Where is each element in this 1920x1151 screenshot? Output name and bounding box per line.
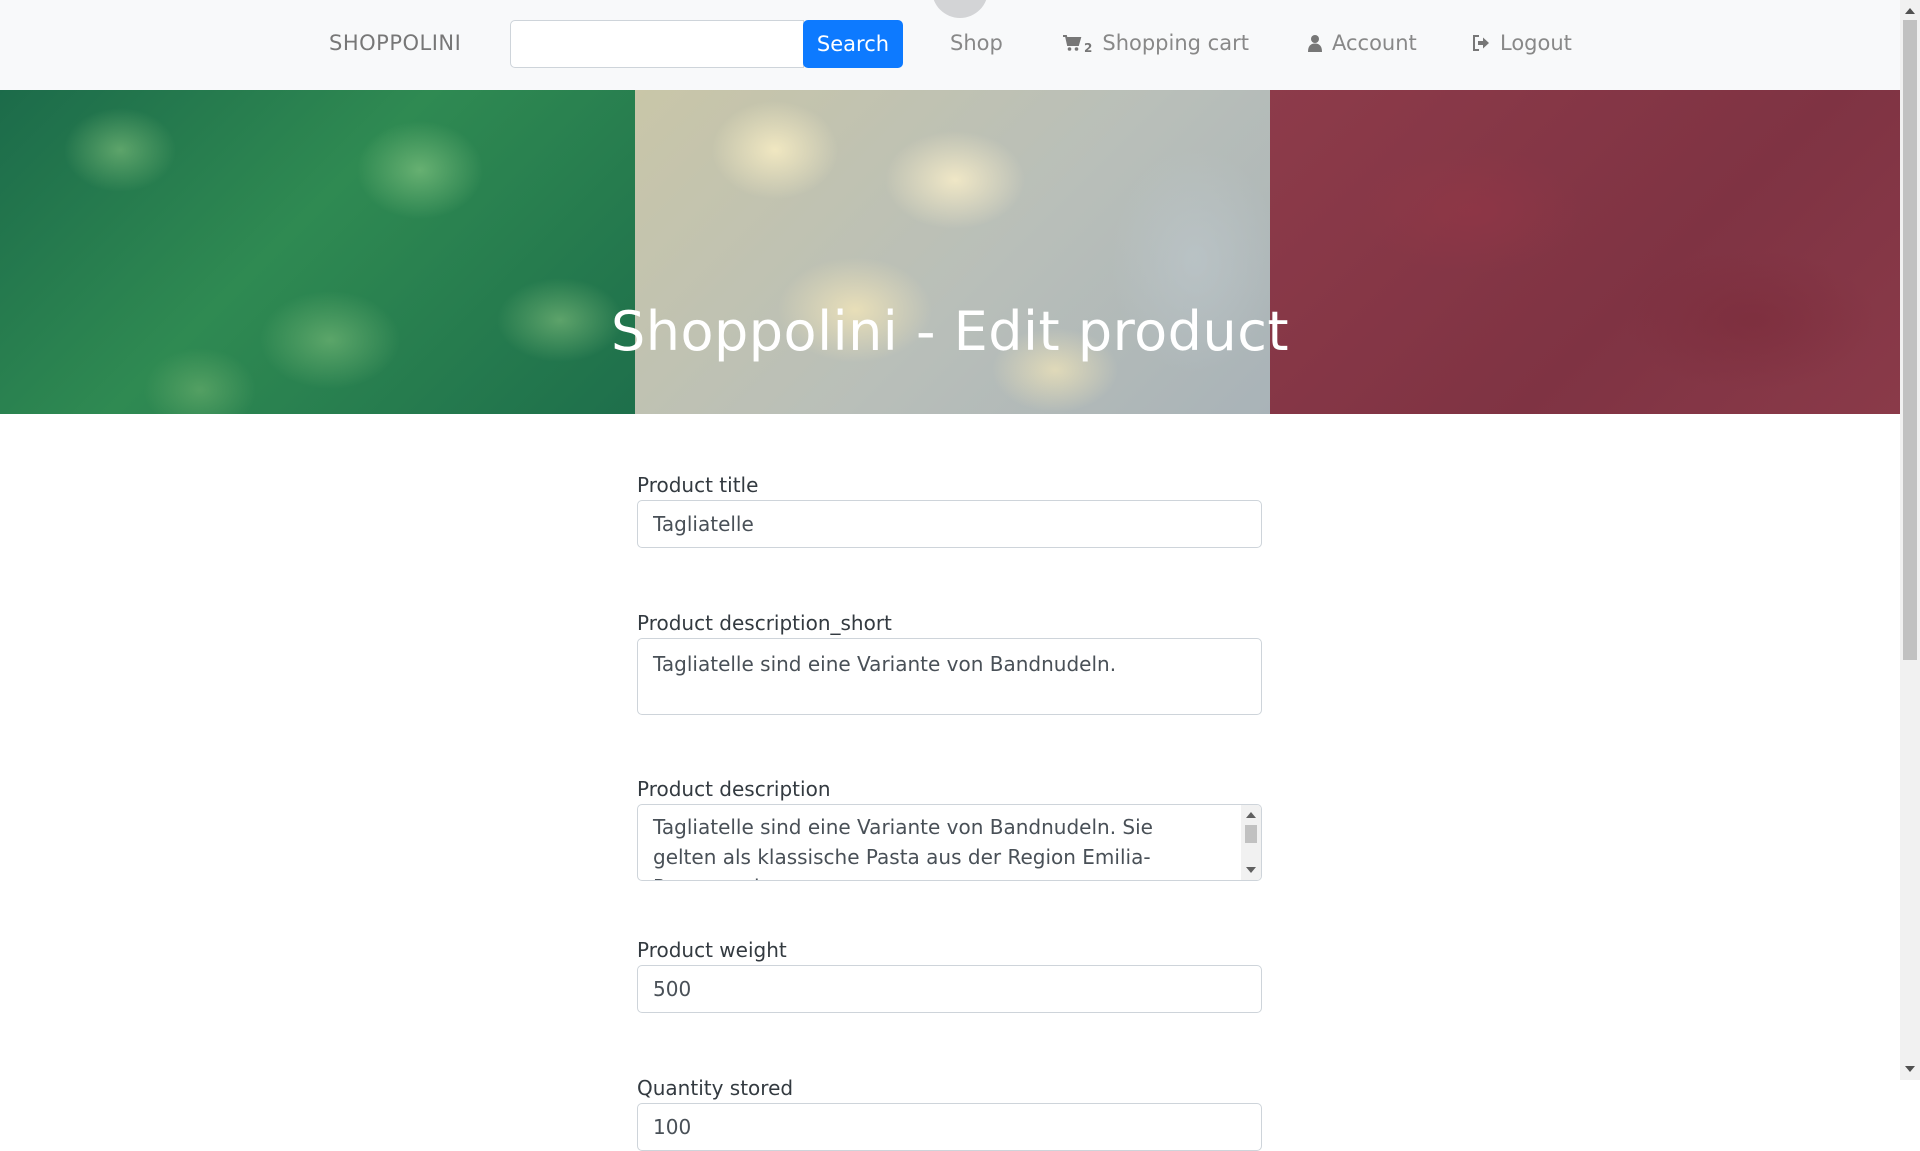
user-icon (1308, 34, 1322, 52)
quantity-stored-field[interactable] (637, 1103, 1262, 1151)
page-scroll-up-icon[interactable] (1905, 8, 1915, 14)
product-title-label: Product title (637, 473, 759, 497)
search-button[interactable]: Search (803, 20, 903, 68)
product-weight-label: Product weight (637, 938, 787, 962)
product-description-label: Product description (637, 777, 831, 801)
brand-link[interactable]: SHOPPOLINI (329, 31, 461, 55)
product-description-short-label: Product description_short (637, 611, 892, 635)
nav-logout-link[interactable]: Logout (1472, 31, 1572, 55)
scroll-thumb[interactable] (1245, 825, 1257, 843)
page-title: Shoppolini - Edit product (610, 300, 1290, 363)
search-input[interactable] (510, 20, 804, 68)
hero-band-red (1270, 90, 1900, 414)
navbar: SHOPPOLINI Search Shop 2 Shopping cart A… (0, 0, 1900, 90)
scroll-up-arrow-icon[interactable] (1246, 812, 1256, 818)
product-title-field[interactable] (637, 500, 1262, 548)
nav-cart-label: Shopping cart (1102, 31, 1249, 55)
page-scroll-thumb[interactable] (1903, 20, 1917, 660)
nav-cart-link[interactable]: 2 Shopping cart (1062, 31, 1249, 55)
product-weight-field[interactable] (637, 965, 1262, 1013)
hero-band-green (0, 90, 635, 414)
product-description-short-field[interactable]: Tagliatelle sind eine Variante von Bandn… (637, 638, 1262, 715)
sign-out-icon (1472, 35, 1490, 51)
edit-product-form: Product title Product description_short … (637, 470, 1262, 1151)
product-description-field[interactable]: Tagliatelle sind eine Variante von Bandn… (637, 804, 1262, 881)
scroll-down-arrow-icon[interactable] (1246, 867, 1256, 873)
hero-band-white (635, 90, 1270, 414)
nav-logout-label: Logout (1500, 31, 1572, 55)
description-scrollbar[interactable] (1241, 805, 1261, 880)
page-scrollbar[interactable] (1900, 0, 1920, 1080)
hero-banner: Shoppolini - Edit product (0, 90, 1900, 414)
product-description-text: Tagliatelle sind eine Variante von Bandn… (653, 815, 1153, 880)
nav-shop-link[interactable]: Shop (950, 31, 1003, 55)
nav-indicator (932, 0, 988, 18)
nav-account-label: Account (1332, 31, 1417, 55)
quantity-stored-label: Quantity stored (637, 1076, 794, 1100)
page-scroll-down-icon[interactable] (1905, 1066, 1915, 1072)
nav-shop-label: Shop (950, 31, 1003, 55)
cart-count-badge: 2 (1084, 41, 1093, 55)
nav-account-link[interactable]: Account (1308, 31, 1417, 55)
shopping-cart-icon: 2 (1062, 34, 1093, 55)
